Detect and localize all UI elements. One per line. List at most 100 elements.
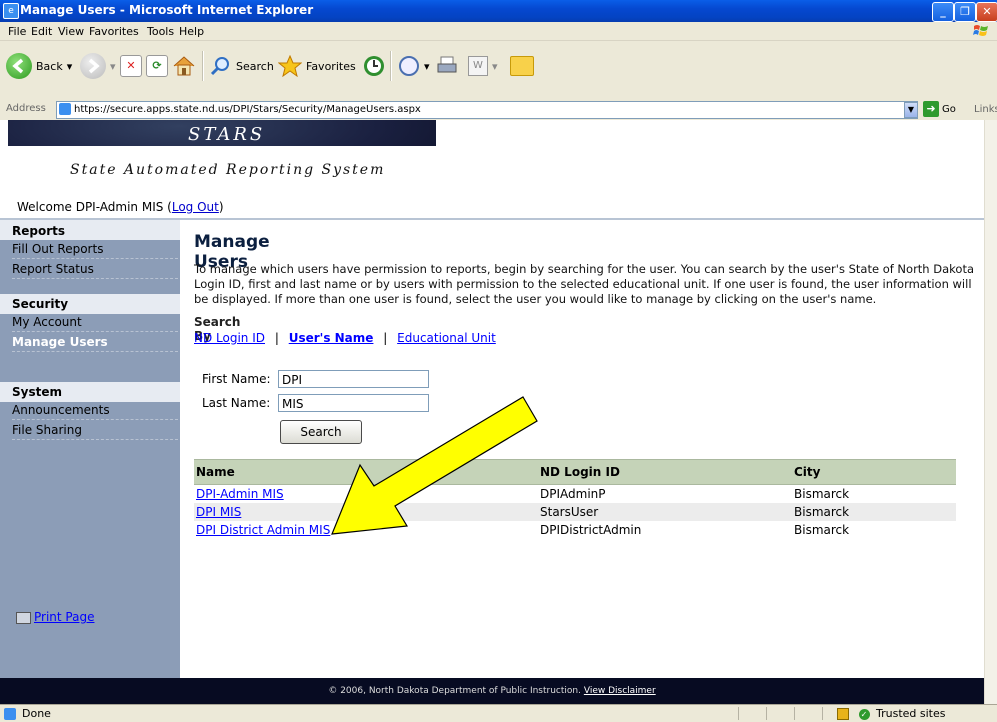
cell-login-id: DPIDistrictAdmin: [540, 523, 642, 537]
home-icon: [173, 56, 195, 76]
sidebar-section-security: Security: [12, 297, 69, 311]
mail-dropdown-icon[interactable]: ▾: [424, 60, 430, 73]
menu-edit[interactable]: Edit: [31, 25, 52, 38]
first-name-input[interactable]: DPI: [278, 370, 429, 388]
nd-login-id-link[interactable]: ND Login ID: [194, 331, 265, 345]
vertical-scrollbar[interactable]: [984, 120, 997, 704]
educational-unit-link[interactable]: Educational Unit: [397, 331, 496, 345]
logout-link[interactable]: Log Out: [172, 200, 219, 214]
sidebar: Reports Fill Out Reports Report Status S…: [0, 220, 180, 678]
footer-text: © 2006, North Dakota Department of Publi…: [328, 686, 581, 696]
sidebar-item-file-sharing[interactable]: File Sharing: [12, 421, 178, 440]
menu-view[interactable]: View: [58, 25, 84, 38]
close-icon[interactable]: ✕: [976, 2, 997, 22]
back-dropdown-icon[interactable]: ▾: [67, 60, 73, 73]
status-cell: [738, 707, 765, 720]
minimize-icon[interactable]: _: [932, 2, 954, 22]
window-title: Manage Users - Microsoft Internet Explor…: [20, 3, 314, 17]
home-button[interactable]: [172, 51, 196, 81]
banner-title: STARS: [188, 124, 266, 145]
search-label: Search: [236, 59, 274, 73]
edit-button[interactable]: W ▾: [468, 51, 498, 81]
back-arrow-icon: [6, 53, 32, 79]
sidebar-item-report-status[interactable]: Report Status: [12, 260, 178, 279]
sidebar-section-system: System: [12, 385, 62, 399]
view-disclaimer-link[interactable]: View Disclaimer: [584, 686, 656, 696]
toolbar: Back ▾ ▾ ✕ ⟳ Search Favorites ▾ W ▾: [0, 41, 997, 100]
page-done-icon: [4, 707, 16, 720]
search-by-links: ND Login ID | User's Name | Educational …: [194, 331, 496, 345]
go-button[interactable]: ➜ Go: [923, 101, 956, 117]
status-cell: [794, 707, 821, 720]
column-header-login-id: ND Login ID: [538, 459, 792, 485]
search-button[interactable]: Search: [210, 51, 274, 81]
user-name-link[interactable]: DPI District Admin MIS: [196, 523, 330, 537]
welcome-close: ): [218, 200, 224, 214]
history-button[interactable]: [362, 51, 386, 81]
back-button[interactable]: Back ▾: [6, 51, 72, 81]
address-input[interactable]: https://secure.apps.state.nd.us/DPI/Star…: [56, 101, 918, 119]
link-separator: |: [383, 331, 388, 345]
maximize-icon[interactable]: ❐: [954, 2, 976, 22]
menu-favorites[interactable]: Favorites: [89, 25, 139, 38]
forward-arrow-icon: [80, 53, 106, 79]
favorites-label: Favorites: [306, 59, 356, 73]
status-bar: Done ✓ Trusted sites: [0, 704, 997, 722]
results-table: Name ND Login ID City DPI-Admin MIS DPIA…: [194, 459, 956, 539]
print-button[interactable]: [436, 51, 458, 81]
go-arrow-icon: ➜: [923, 101, 939, 117]
menu-tools[interactable]: Tools: [147, 25, 174, 38]
mail-icon: [399, 56, 419, 76]
page-icon: [59, 103, 71, 115]
user-name-link[interactable]: DPI-Admin MIS: [196, 487, 284, 501]
search-icon: [210, 57, 229, 76]
edit-dropdown-icon[interactable]: ▾: [492, 60, 498, 73]
back-label: Back: [36, 59, 63, 73]
intro-text: To manage which users have permission to…: [194, 262, 974, 306]
cell-city: Bismarck: [794, 523, 850, 537]
column-header-city: City: [792, 459, 956, 485]
sidebar-item-fill-out-reports[interactable]: Fill Out Reports: [12, 240, 178, 259]
address-label: Address: [6, 103, 46, 114]
welcome-text: Welcome DPI-Admin MIS (: [17, 200, 172, 214]
menu-bar: File Edit View Favorites Tools Help: [0, 22, 997, 41]
users-name-link[interactable]: User's Name: [289, 331, 374, 345]
zone-label: Trusted sites: [876, 707, 946, 720]
lock-icon: [837, 708, 849, 720]
toolbar-separator: [202, 51, 204, 81]
banner-subtitle: State Automated Reporting System: [70, 162, 386, 178]
forward-dropdown-icon[interactable]: ▾: [110, 60, 116, 73]
page-viewport: STARS State Automated Reporting System W…: [0, 120, 984, 704]
print-page-link[interactable]: Print Page: [16, 610, 94, 624]
table-header-row: Name ND Login ID City: [194, 459, 956, 485]
arrow-shape: [331, 396, 538, 535]
favorites-button[interactable]: Favorites: [278, 51, 356, 81]
refresh-button[interactable]: ⟳: [146, 51, 168, 81]
table-row: DPI MIS StarsUser Bismarck: [194, 503, 956, 521]
menu-help[interactable]: Help: [179, 25, 204, 38]
status-zone-cell: ✓ Trusted sites: [822, 707, 993, 720]
address-dropdown-icon[interactable]: ▼: [904, 102, 918, 118]
star-icon: [278, 55, 302, 77]
address-url: https://secure.apps.state.nd.us/DPI/Star…: [74, 104, 421, 115]
table-row: DPI-Admin MIS DPIAdminP Bismarck: [194, 485, 956, 504]
sidebar-item-my-account[interactable]: My Account: [12, 313, 178, 332]
cell-login-id: DPIAdminP: [540, 487, 606, 501]
sidebar-item-announcements[interactable]: Announcements: [12, 401, 178, 420]
title-bar: e Manage Users - Microsoft Internet Expl…: [0, 0, 997, 22]
printer-icon: [437, 56, 457, 73]
links-label[interactable]: Links: [974, 104, 997, 115]
mail-button[interactable]: ▾: [398, 51, 430, 81]
messenger-button[interactable]: [510, 51, 534, 81]
print-page-label[interactable]: Print Page: [34, 610, 94, 624]
table-row: DPI District Admin MIS DPIDistrictAdmin …: [194, 521, 956, 539]
stop-icon: ✕: [120, 55, 142, 77]
menu-file[interactable]: File: [8, 25, 26, 38]
sidebar-item-manage-users[interactable]: Manage Users: [12, 333, 178, 352]
stop-button[interactable]: ✕: [120, 51, 142, 81]
link-separator: |: [274, 331, 279, 345]
first-name-label: First Name:: [202, 372, 271, 386]
user-name-link[interactable]: DPI MIS: [196, 505, 241, 519]
forward-button[interactable]: ▾: [80, 51, 116, 81]
